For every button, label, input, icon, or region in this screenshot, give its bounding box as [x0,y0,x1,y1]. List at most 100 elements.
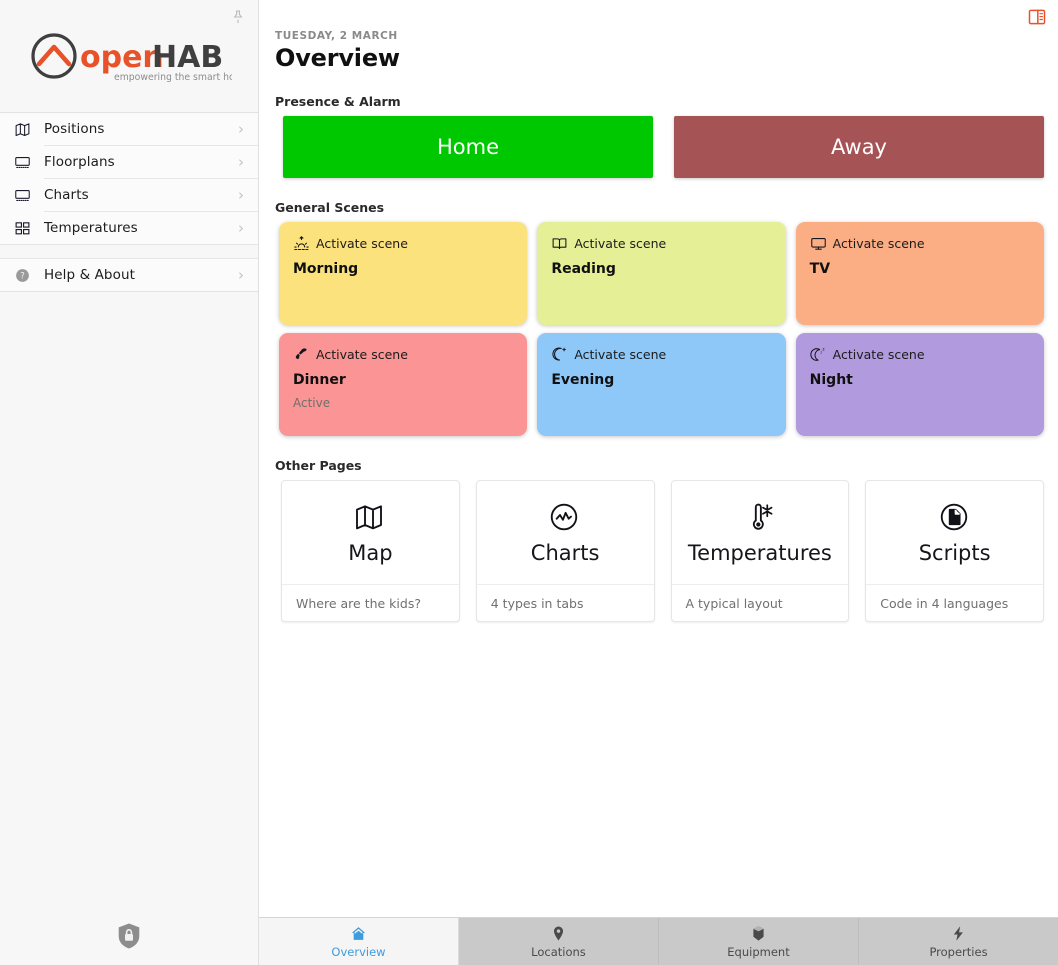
tab-overview[interactable]: Overview [259,918,459,965]
scene-action-label: Activate scene [316,347,408,362]
scene-title: Night [810,372,1030,388]
moon-zzz-icon: z z [810,346,827,363]
screen-icon [14,152,36,172]
chevron-right-icon: › [238,221,246,236]
page-card-subtitle: 4 types in tabs [477,584,654,621]
pin-marker-icon [550,925,567,942]
page-card-temperatures[interactable]: Temperatures A typical layout [671,480,850,622]
tab-equipment[interactable]: Equipment [659,918,859,965]
home-button-label: Home [437,135,499,159]
page-card-body: Scripts [866,481,1043,584]
sidebar-item-positions[interactable]: Positions › [0,113,258,145]
page-date: TUESDAY, 2 MARCH [275,30,1058,42]
scene-title: Reading [551,261,771,277]
tab-label: Locations [531,945,586,959]
section-label-presence: Presence & Alarm [259,94,1058,109]
chevron-right-icon: › [238,268,246,283]
television-icon [810,235,827,252]
thermometer-snowflake-icon [743,501,777,535]
page-card-title: Temperatures [688,541,832,565]
page-title: Overview [275,44,1058,72]
pin-icon[interactable] [229,8,247,26]
sidebar-section-gap [0,244,258,259]
sidebar-divider-bottom [0,291,258,292]
tab-label: Equipment [727,945,789,959]
page-card-title: Charts [531,541,600,565]
openhab-logo: open HAB empowering the smart home [0,0,258,112]
map-icon [353,501,387,535]
scene-card-night[interactable]: z z Activate scene Night [796,333,1044,436]
drumstick-icon [293,346,310,363]
sidebar-item-label: Charts [36,187,238,203]
question-circle-icon: ? [14,265,36,285]
svg-text:HAB: HAB [152,40,223,75]
sunrise-icon [293,235,310,252]
scene-state: Active [293,396,513,410]
openhab-app: open HAB empowering the smart home Posit… [0,0,1058,965]
tab-locations[interactable]: Locations [459,918,659,965]
scene-card-header: Activate scene [293,346,513,362]
scene-card-evening[interactable]: Activate scene Evening [537,333,785,436]
away-button[interactable]: Away [674,116,1044,178]
chevron-right-icon: › [238,155,246,170]
sidebar-footer [0,907,258,965]
scene-card-tv[interactable]: Activate scene TV [796,222,1044,325]
sidebar-item-help-about[interactable]: ? Help & About › [0,259,258,291]
chevron-right-icon: › [238,122,246,137]
scene-action-label: Activate scene [833,347,925,362]
page-card-title: Map [348,541,392,565]
svg-text:z: z [820,350,822,354]
scene-card-dinner[interactable]: Activate scene Dinner Active [279,333,527,436]
page-card-scripts[interactable]: Scripts Code in 4 languages [865,480,1044,622]
document-circle-icon [938,501,972,535]
sidebar-item-label: Floorplans [36,154,238,170]
chevron-right-icon: › [238,188,246,203]
tab-properties[interactable]: Properties [859,918,1058,965]
scene-action-label: Activate scene [316,236,408,251]
scene-title: Morning [293,261,513,277]
sidebar-item-floorplans[interactable]: Floorplans › [0,146,258,178]
scene-card-header: Activate scene [293,235,513,251]
page-card-subtitle: Where are the kids? [282,584,459,621]
scene-card-reading[interactable]: Activate scene Reading [537,222,785,325]
scene-card-morning[interactable]: Activate scene Morning [279,222,527,325]
map-icon [14,119,36,139]
sidebar-toggle-icon[interactable] [1026,6,1048,28]
scene-action-label: Activate scene [574,236,666,251]
scene-action-label: Activate scene [574,347,666,362]
page-card-charts[interactable]: Charts 4 types in tabs [476,480,655,622]
page-card-body: Charts [477,481,654,584]
grid-squares-icon [14,218,36,238]
away-button-label: Away [831,135,887,159]
page-card-title: Scripts [919,541,991,565]
scene-card-header: Activate scene [551,346,771,362]
svg-text:?: ? [20,271,25,281]
scene-title: Evening [551,372,771,388]
screen-icon [14,185,36,205]
svg-text:empowering the smart home: empowering the smart home [114,72,232,83]
sidebar-nav: Positions › Floorplans › [0,113,258,292]
page-header: TUESDAY, 2 MARCH Overview [259,0,1058,72]
svg-text:z: z [822,347,825,352]
tab-label: Overview [331,945,385,959]
book-icon [551,235,568,252]
shield-lock-icon[interactable] [116,921,142,951]
page-card-subtitle: A typical layout [672,584,849,621]
home-button[interactable]: Home [283,116,653,178]
scene-card-header: Activate scene [810,235,1030,251]
scene-grid: Activate scene Morning Activate scene [259,222,1058,436]
scene-title: TV [810,261,1030,277]
presence-row: Home Away [259,116,1058,178]
page-card-body: Map [282,481,459,584]
sidebar-item-temperatures[interactable]: Temperatures › [0,212,258,244]
sidebar-item-charts[interactable]: Charts › [0,179,258,211]
sidebar-item-label: Temperatures [36,220,238,236]
page-card-map[interactable]: Map Where are the kids? [281,480,460,622]
moon-star-icon [551,346,568,363]
sidebar-item-label: Positions [36,121,238,137]
section-label-other-pages: Other Pages [259,458,1058,473]
main-content: TUESDAY, 2 MARCH Overview Presence & Ala… [259,0,1058,965]
box-icon [750,925,767,942]
sidebar: open HAB empowering the smart home Posit… [0,0,259,965]
tab-label: Properties [929,945,987,959]
